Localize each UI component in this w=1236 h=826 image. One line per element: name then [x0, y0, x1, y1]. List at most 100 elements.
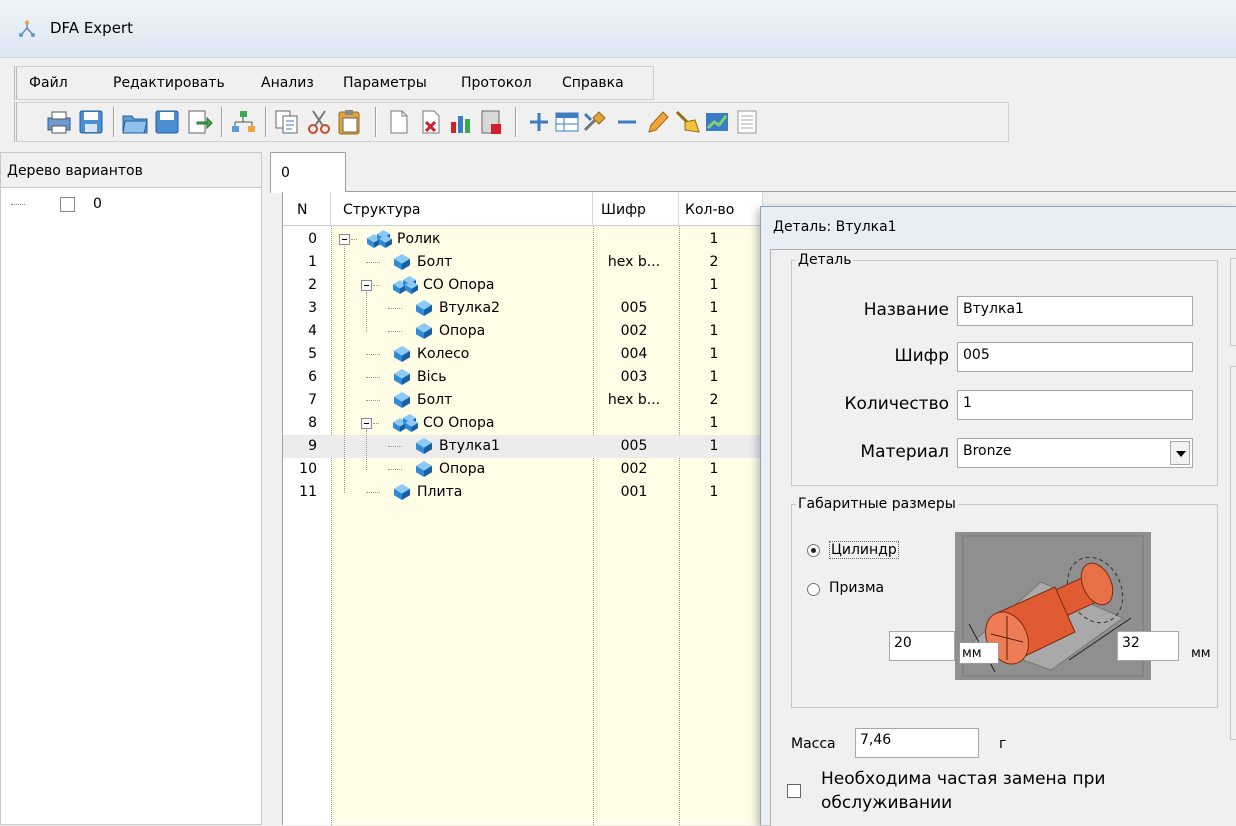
save-disk-icon[interactable] [153, 108, 181, 136]
menu-file[interactable]: Файл [29, 75, 68, 91]
tree-structure-icon[interactable] [229, 108, 257, 136]
frequent-replacement-label-2[interactable]: обслуживании [821, 793, 952, 813]
column-header-n[interactable]: N [283, 192, 331, 226]
variant-checkbox[interactable] [60, 197, 75, 212]
column-header-structure[interactable]: Структура [331, 192, 593, 226]
variants-tree-header: Дерево вариантов [0, 152, 262, 188]
edit-pencil-icon[interactable] [643, 108, 671, 136]
assembly-icon [393, 414, 418, 432]
code-cell: hex b... [607, 254, 661, 270]
code-cell: hex b... [607, 392, 661, 408]
variant-item-label[interactable]: 0 [93, 196, 102, 212]
structure-item-label[interactable]: Ролик [397, 231, 441, 247]
tools-icon[interactable] [581, 108, 609, 136]
code-cell: 005 [620, 300, 648, 316]
remove-icon[interactable] [613, 108, 641, 136]
print-icon[interactable] [45, 108, 73, 136]
menu-analysis[interactable]: Анализ [261, 75, 314, 91]
structure-item-label[interactable]: СО Опора [423, 415, 494, 431]
cylinder-radio[interactable] [807, 544, 820, 557]
new-document-icon[interactable] [385, 108, 413, 136]
menu-edit[interactable]: Редактировать [113, 75, 225, 91]
side-panel-edge [1230, 258, 1236, 346]
part-icon [416, 300, 432, 316]
code-cell: 001 [620, 484, 648, 500]
material-select[interactable]: Bronze [957, 438, 1193, 468]
quantity-field[interactable]: 1 [957, 390, 1193, 420]
structure-item-label[interactable]: Плита [417, 484, 462, 500]
menu-help[interactable]: Справка [562, 75, 624, 91]
prism-label[interactable]: Призма [829, 580, 884, 596]
table-row[interactable]: 11 Плита 001 1 [283, 481, 763, 504]
open-folder-icon[interactable] [121, 108, 149, 136]
frequent-replacement-checkbox[interactable] [787, 784, 801, 798]
length-field[interactable]: 32 [1117, 631, 1179, 661]
structure-item-label[interactable]: Опора [439, 461, 485, 477]
row-number: 9 [308, 438, 317, 454]
table-row[interactable]: 1 Болт hex b... 2 [283, 251, 763, 274]
structure-item-label[interactable]: Болт [417, 392, 452, 408]
export-icon[interactable] [185, 108, 213, 136]
structure-item-label[interactable]: Болт [417, 254, 452, 270]
mass-field[interactable]: 7,46 [855, 728, 979, 758]
tab-variant-0[interactable]: 0 [270, 152, 346, 193]
table-row[interactable]: 2 СО Опора 1 [283, 274, 763, 297]
collapse-toggle-icon[interactable] [339, 234, 350, 245]
tab-label: 0 [281, 165, 290, 181]
list-icon[interactable] [733, 108, 761, 136]
row-number: 4 [308, 323, 317, 339]
column-header-quantity[interactable]: Кол-во [679, 192, 763, 226]
part-icon [394, 484, 410, 500]
table-row[interactable]: 7 Болт hex b... 2 [283, 389, 763, 412]
cut-icon[interactable] [305, 108, 333, 136]
structure-item-label[interactable]: Втулка2 [439, 300, 500, 316]
collapse-toggle-icon[interactable] [361, 418, 372, 429]
chevron-down-icon[interactable] [1170, 441, 1190, 465]
table-row[interactable]: 5 Колесо 004 1 [283, 343, 763, 366]
delete-icon[interactable] [417, 108, 445, 136]
report-icon[interactable] [477, 108, 505, 136]
table-row[interactable]: 8 СО Опора 1 [283, 412, 763, 435]
bar-chart-icon[interactable] [447, 108, 475, 136]
structure-item-label[interactable]: Колесо [417, 346, 469, 362]
table-row[interactable]: 10 Опора 002 1 [283, 458, 763, 481]
variants-tree-title: Дерево вариантов [7, 163, 143, 179]
cylinder-label[interactable]: Цилиндр [829, 541, 899, 559]
tree-connector [373, 423, 379, 424]
quantity-cell: 1 [709, 415, 719, 431]
table-row[interactable]: 4 Опора 002 1 [283, 320, 763, 343]
part-group-title: Деталь [798, 252, 852, 268]
copy-icon[interactable] [273, 108, 301, 136]
table-row[interactable]: 3 Втулка2 005 1 [283, 297, 763, 320]
dimensions-group-title: Габаритные размеры [798, 496, 956, 512]
name-field[interactable]: Втулка1 [957, 296, 1193, 326]
frequent-replacement-label-1[interactable]: Необходима частая замена при [821, 769, 1105, 789]
structure-item-label[interactable]: Вісь [417, 369, 446, 385]
add-icon[interactable] [525, 108, 553, 136]
table-row[interactable]: 9 Втулка1 005 1 [283, 435, 763, 458]
code-cell: 003 [620, 369, 648, 385]
table-icon[interactable] [553, 108, 581, 136]
diameter-field[interactable]: 20 [889, 631, 955, 661]
material-value: Bronze [963, 443, 1012, 459]
clean-broom-icon[interactable] [673, 108, 701, 136]
structure-item-label[interactable]: Опора [439, 323, 485, 339]
dialog-content: Деталь Название Втулка1 Шифр 005 Количес… [770, 249, 1236, 826]
collapse-toggle-icon[interactable] [361, 280, 372, 291]
trend-chart-icon[interactable] [703, 108, 731, 136]
table-row[interactable]: 6 Вісь 003 1 [283, 366, 763, 389]
length-unit: мм [1191, 646, 1211, 661]
table-row[interactable]: 0 Ролик 1 [283, 228, 763, 251]
paste-icon[interactable] [335, 108, 363, 136]
menu-parameters[interactable]: Параметры [343, 75, 427, 91]
menu-protocol[interactable]: Протокол [461, 75, 532, 91]
prism-radio[interactable] [807, 583, 820, 596]
mass-unit: г [999, 736, 1007, 752]
save-icon[interactable] [77, 108, 105, 136]
code-field[interactable]: 005 [957, 342, 1193, 372]
column-header-code[interactable]: Шифр [593, 192, 679, 226]
quantity-cell: 1 [709, 461, 719, 477]
structure-item-label[interactable]: СО Опора [423, 277, 494, 293]
quantity-cell: 1 [709, 369, 719, 385]
structure-item-label[interactable]: Втулка1 [439, 438, 500, 454]
